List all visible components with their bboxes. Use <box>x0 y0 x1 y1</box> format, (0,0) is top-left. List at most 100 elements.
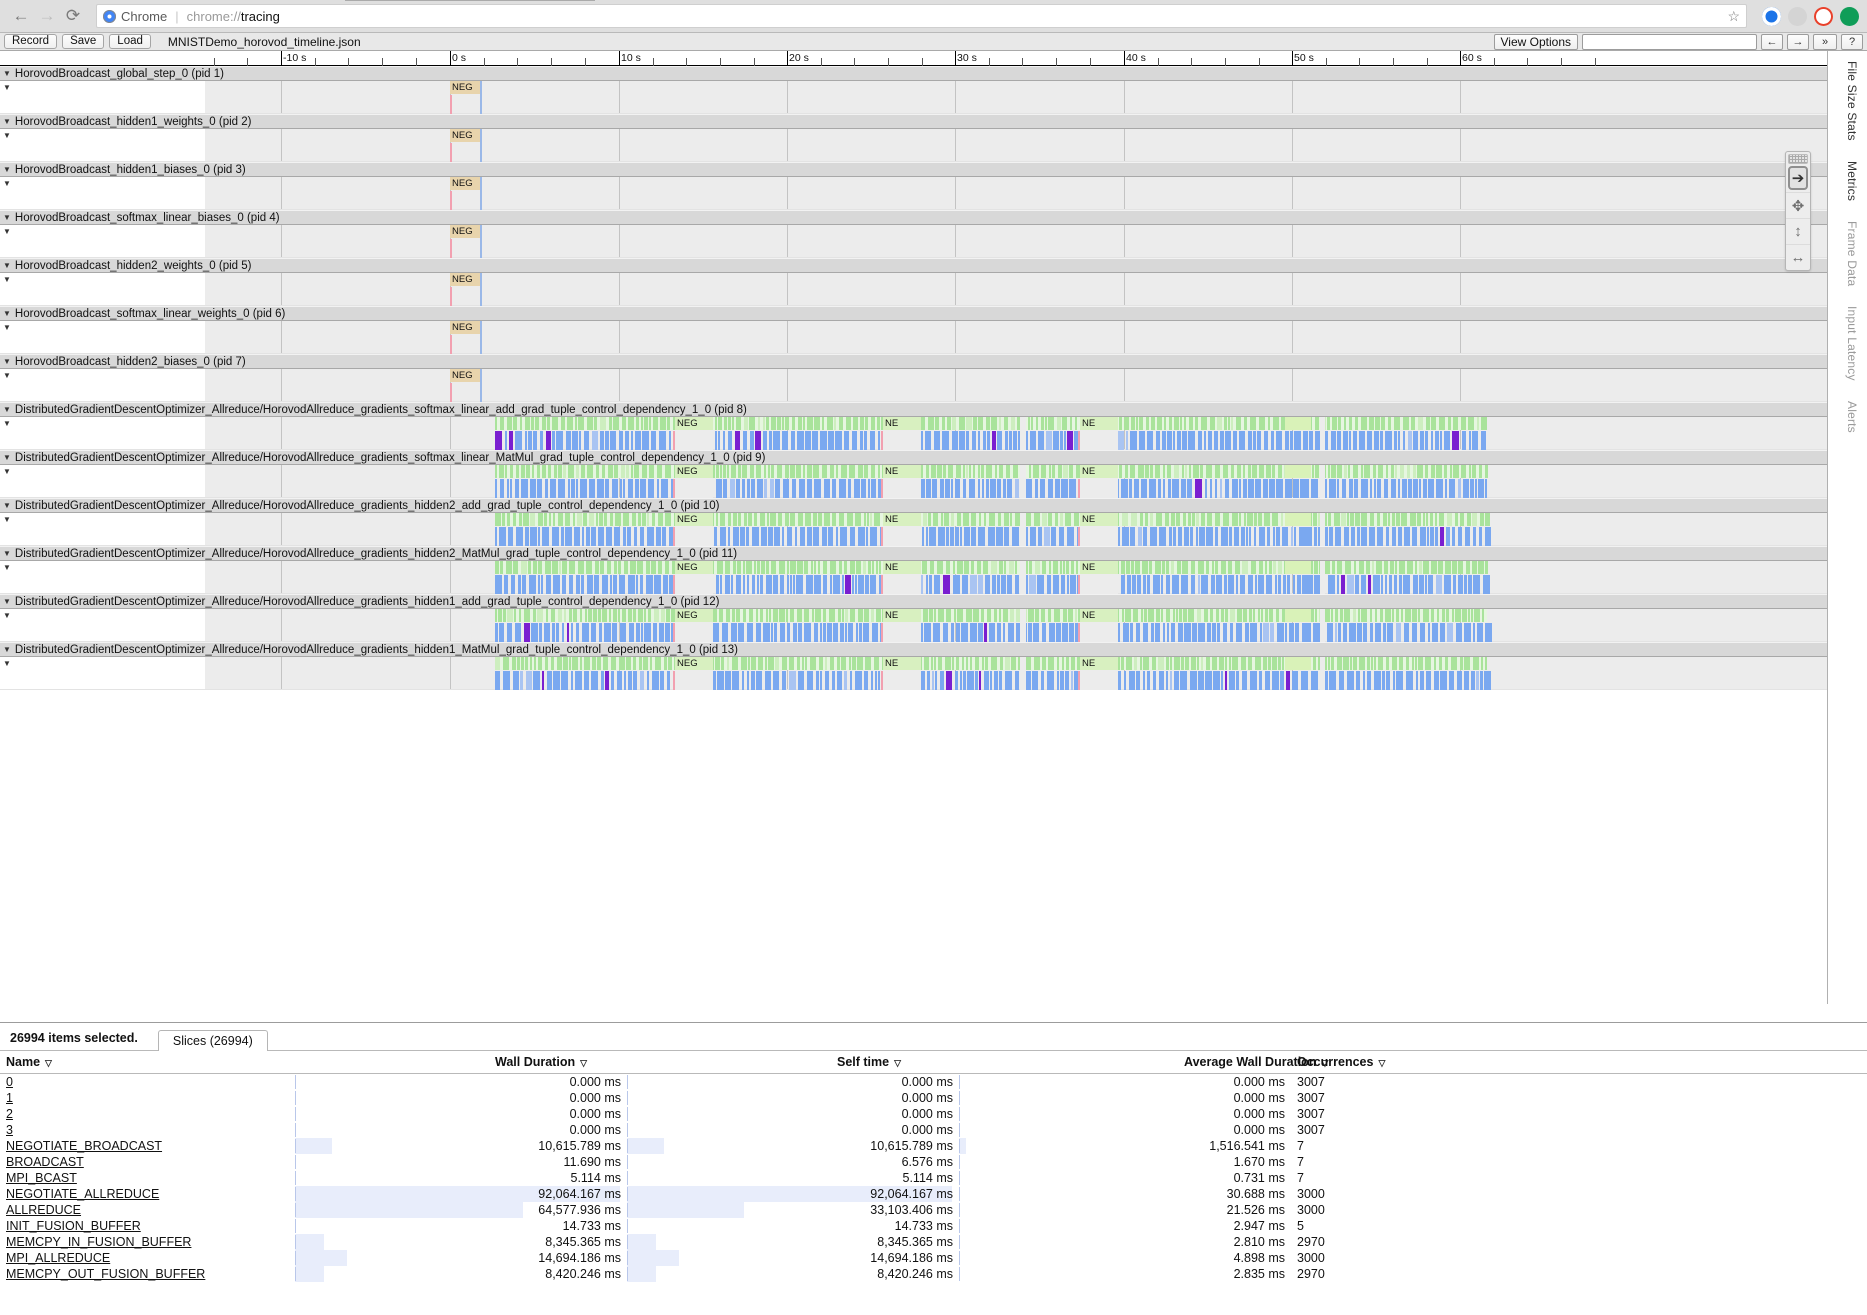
allreduce-slice[interactable] <box>1276 479 1283 498</box>
broadcast-marker[interactable] <box>881 623 883 642</box>
row-name-link[interactable]: ALLREDUCE <box>6 1203 81 1217</box>
negotiate-allreduce-slice[interactable] <box>1075 417 1077 430</box>
allreduce-slice[interactable] <box>761 527 767 546</box>
negotiate-allreduce-slice[interactable] <box>720 465 722 478</box>
negotiate-allreduce-slice[interactable] <box>878 465 880 478</box>
negotiate-allreduce-slice[interactable] <box>1150 513 1153 526</box>
row-name-link[interactable]: 1 <box>6 1091 13 1105</box>
allreduce-slice[interactable] <box>793 575 795 594</box>
negotiate-allreduce-slice[interactable] <box>654 609 659 622</box>
negotiate-allreduce-slice[interactable] <box>771 417 776 430</box>
allreduce-slice[interactable] <box>665 623 670 642</box>
allreduce-slice[interactable] <box>999 671 1002 690</box>
negotiate-allreduce-slice[interactable] <box>1145 513 1148 526</box>
allreduce-slice[interactable] <box>538 575 540 594</box>
negotiate-allreduce-slice[interactable] <box>531 417 534 430</box>
allreduce-slice[interactable] <box>805 431 811 450</box>
allreduce-slice[interactable] <box>1143 671 1145 690</box>
negotiate-allreduce-slice[interactable] <box>725 561 730 574</box>
allreduce-slice[interactable] <box>1173 527 1176 546</box>
allreduce-slice[interactable] <box>806 575 813 594</box>
negotiate-allreduce-slice[interactable] <box>1407 465 1410 478</box>
allreduce-slice[interactable] <box>1003 479 1006 498</box>
allreduce-slice[interactable] <box>1224 575 1227 594</box>
allreduce-slice[interactable] <box>938 527 945 546</box>
mpi-bcast-slice[interactable] <box>480 321 482 354</box>
allreduce-slice[interactable] <box>495 527 497 546</box>
negotiate-allreduce-slice[interactable] <box>1370 513 1374 526</box>
negotiate-allreduce-slice[interactable] <box>495 561 499 574</box>
highlight-slice[interactable] <box>1285 657 1311 670</box>
negotiate-allreduce-slice[interactable] <box>596 513 598 526</box>
negotiate-allreduce-slice[interactable] <box>1388 417 1391 430</box>
negotiate-allreduce-slice[interactable] <box>1171 561 1174 574</box>
negotiate-allreduce-slice[interactable] <box>1434 657 1436 670</box>
negotiate-allreduce-slice[interactable] <box>804 609 809 622</box>
allreduce-slice[interactable] <box>1129 479 1132 498</box>
allreduce-slice[interactable] <box>714 527 717 546</box>
negotiate-allreduce-slice[interactable] <box>1045 417 1047 430</box>
allreduce-slice[interactable] <box>723 431 725 450</box>
allreduce-slice[interactable] <box>531 623 538 642</box>
allreduce-slice[interactable] <box>1473 575 1480 594</box>
negotiate-allreduce-slice[interactable] <box>1373 465 1376 478</box>
negotiate-allreduce-slice[interactable] <box>1248 657 1252 670</box>
allreduce-slice[interactable] <box>1124 671 1126 690</box>
highlight-allreduce-slice[interactable] <box>1303 671 1308 690</box>
negotiate-allreduce-slice[interactable] <box>637 561 643 574</box>
allreduce-slice[interactable] <box>1030 431 1036 450</box>
allreduce-slice[interactable] <box>816 671 819 690</box>
allreduce-slice[interactable] <box>1216 575 1222 594</box>
allreduce-slice[interactable] <box>712 623 719 642</box>
allreduce-slice[interactable] <box>669 431 671 450</box>
allreduce-slice[interactable] <box>1134 479 1139 498</box>
negotiate-allreduce-slice[interactable] <box>877 417 880 430</box>
allreduce-slice[interactable] <box>1064 431 1066 450</box>
allreduce-slice[interactable] <box>827 623 832 642</box>
negotiate-allreduce-slice[interactable] <box>1248 465 1251 478</box>
row-name-cell[interactable]: 0 <box>0 1074 295 1091</box>
allreduce-slice[interactable] <box>1149 479 1156 498</box>
allreduce-slice[interactable] <box>855 671 862 690</box>
broadcast-marker[interactable] <box>1078 575 1080 594</box>
allreduce-slice[interactable] <box>1234 527 1239 546</box>
allreduce-slice[interactable] <box>1289 623 1294 642</box>
allreduce-slice[interactable] <box>814 623 818 642</box>
negotiate-allreduce-slice[interactable] <box>779 609 785 622</box>
negotiate-allreduce-slice[interactable] <box>841 465 847 478</box>
allreduce-slice[interactable] <box>835 431 842 450</box>
negotiate-allreduce-slice[interactable] <box>982 657 984 670</box>
negotiate-allreduce-slice[interactable] <box>1455 513 1458 526</box>
negotiate-allreduce-slice[interactable] <box>1057 657 1059 670</box>
negotiate-allreduce-slice[interactable] <box>653 417 658 430</box>
allreduce-slice[interactable] <box>1225 431 1231 450</box>
negotiate-allreduce-slice[interactable] <box>973 417 977 430</box>
allreduce-slice[interactable] <box>1201 575 1208 594</box>
negotiate-allreduce-slice[interactable] <box>975 657 979 670</box>
negotiate-allreduce-slice[interactable] <box>1452 561 1457 574</box>
allreduce-slice[interactable] <box>1007 575 1012 594</box>
row-name-cell[interactable]: MEMCPY_OUT_FUSION_BUFFER <box>0 1266 295 1282</box>
negotiate-allreduce-slice[interactable] <box>1380 609 1383 622</box>
allreduce-slice[interactable] <box>1212 623 1216 642</box>
allreduce-slice[interactable] <box>599 623 602 642</box>
row-name-cell[interactable]: BROADCAST <box>0 1154 295 1170</box>
negotiate-allreduce-slice[interactable] <box>1242 561 1248 574</box>
allreduce-slice[interactable] <box>933 623 940 642</box>
negotiate-allreduce-slice[interactable] <box>1431 609 1434 622</box>
allreduce-slice[interactable] <box>576 575 580 594</box>
time-ruler[interactable]: -10 s0 s10 s20 s30 s40 s50 s60 s <box>0 51 1827 66</box>
allreduce-slice[interactable] <box>725 671 731 690</box>
negotiate-allreduce-slice[interactable] <box>1026 561 1028 574</box>
negotiate-allreduce-slice[interactable] <box>569 561 575 574</box>
negotiate-allreduce-slice[interactable] <box>1426 513 1428 526</box>
negotiate-allreduce-slice[interactable] <box>938 657 942 670</box>
negotiate-allreduce-slice[interactable] <box>1125 465 1128 478</box>
allreduce-slice[interactable] <box>1420 431 1424 450</box>
allreduce-slice[interactable] <box>1240 575 1245 594</box>
track-row[interactable]: ▼NEG <box>0 177 1827 210</box>
allreduce-slice[interactable] <box>1464 671 1469 690</box>
allreduce-slice[interactable] <box>1357 527 1360 546</box>
allreduce-slice[interactable] <box>660 671 664 690</box>
allreduce-slice[interactable] <box>757 575 759 594</box>
